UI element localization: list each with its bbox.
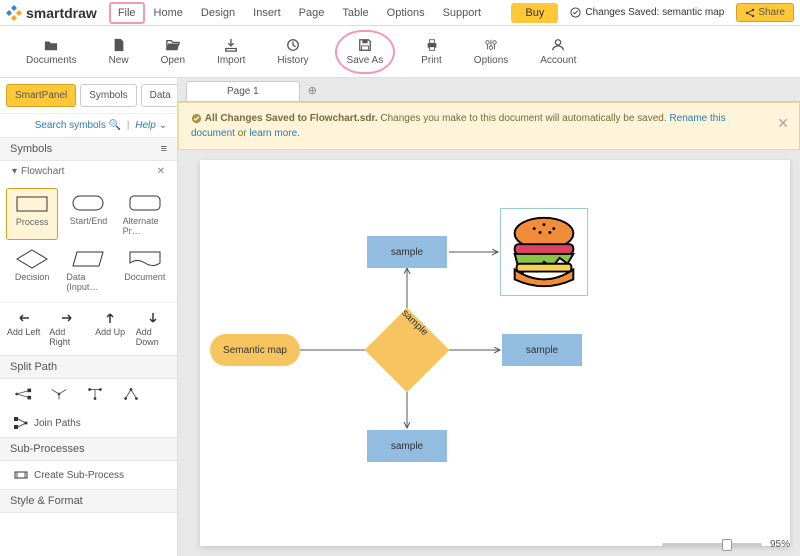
split-icon[interactable] [86, 387, 104, 401]
menu-file[interactable]: File [109, 2, 145, 24]
sub-processes-header: Sub-Processes [0, 437, 177, 461]
documents-button[interactable]: Documents [20, 36, 83, 68]
add-down[interactable]: Add Down [132, 307, 175, 351]
app-logo: smartdraw [6, 5, 97, 21]
shape-document[interactable]: Document [119, 244, 171, 296]
style-format-header: Style & Format [0, 489, 177, 513]
menu-insert[interactable]: Insert [244, 2, 290, 24]
panel-tab-symbols[interactable]: Symbols [80, 84, 136, 107]
menu-support[interactable]: Support [434, 2, 491, 24]
save-banner: All Changes Saved to Flowchart.sdr. Chan… [178, 102, 800, 150]
shape-datainput[interactable]: Data (Input… [62, 244, 114, 296]
split-icon[interactable] [50, 387, 68, 401]
add-left[interactable]: Add Left [2, 307, 45, 351]
node-start[interactable]: Semantic map [210, 334, 300, 366]
add-up[interactable]: Add Up [89, 307, 132, 351]
add-right[interactable]: Add Right [45, 307, 88, 351]
panel-tab-data[interactable]: Data [141, 84, 178, 107]
help-link[interactable]: Help [135, 120, 156, 131]
menu-page[interactable]: Page [290, 2, 334, 24]
saveas-button[interactable]: Save As [335, 30, 396, 74]
shape-alternatepr[interactable]: Alternate Pr… [119, 188, 171, 240]
buy-button[interactable]: Buy [511, 3, 558, 23]
page-tab[interactable]: Page 1 [186, 81, 300, 101]
join-paths[interactable]: Join Paths [0, 409, 177, 437]
options-button[interactable]: Options [468, 36, 514, 68]
zoom-slider[interactable] [662, 543, 762, 547]
share-button[interactable]: Share [736, 3, 794, 22]
menu-home[interactable]: Home [145, 2, 192, 24]
shape-startend[interactable]: Start/End [62, 188, 114, 240]
node-right[interactable]: sample [502, 334, 582, 366]
new-button[interactable]: New [103, 36, 135, 68]
menu-icon[interactable]: ≡ [161, 143, 167, 155]
close-icon[interactable]: ✕ [777, 113, 789, 134]
menu-options[interactable]: Options [378, 2, 434, 24]
split-icon[interactable] [14, 387, 32, 401]
menu-design[interactable]: Design [192, 2, 244, 24]
add-page-button[interactable]: ⊕ [300, 80, 325, 101]
symbols-header: Symbols≡ [0, 137, 177, 161]
zoom-value: 95% [770, 539, 790, 550]
close-icon[interactable]: ✕ [157, 166, 165, 177]
category-flowchart[interactable]: ▾ Flowchart✕ [0, 161, 177, 182]
learn-more-link[interactable]: learn more [249, 128, 297, 139]
node-decision[interactable]: sample [377, 320, 437, 380]
create-sub-process[interactable]: Create Sub-Process [0, 461, 177, 489]
split-icon[interactable] [122, 387, 140, 401]
panel-tab-smartpanel[interactable]: SmartPanel [6, 84, 76, 107]
image-burger[interactable] [500, 208, 588, 296]
import-button[interactable]: Import [211, 36, 251, 68]
node-top[interactable]: sample [367, 236, 447, 268]
save-status: Changes Saved: semantic map [570, 7, 724, 18]
search-symbols-link[interactable]: Search symbols 🔍 [35, 120, 121, 131]
shape-process[interactable]: Process [6, 188, 58, 240]
split-path-header: Split Path [0, 355, 177, 379]
open-button[interactable]: Open [155, 36, 191, 68]
account-button[interactable]: Account [534, 36, 582, 68]
print-button[interactable]: Print [415, 36, 448, 68]
menu-table[interactable]: Table [333, 2, 377, 24]
history-button[interactable]: History [271, 36, 314, 68]
shape-decision[interactable]: Decision [6, 244, 58, 296]
node-bottom[interactable]: sample [367, 430, 447, 462]
